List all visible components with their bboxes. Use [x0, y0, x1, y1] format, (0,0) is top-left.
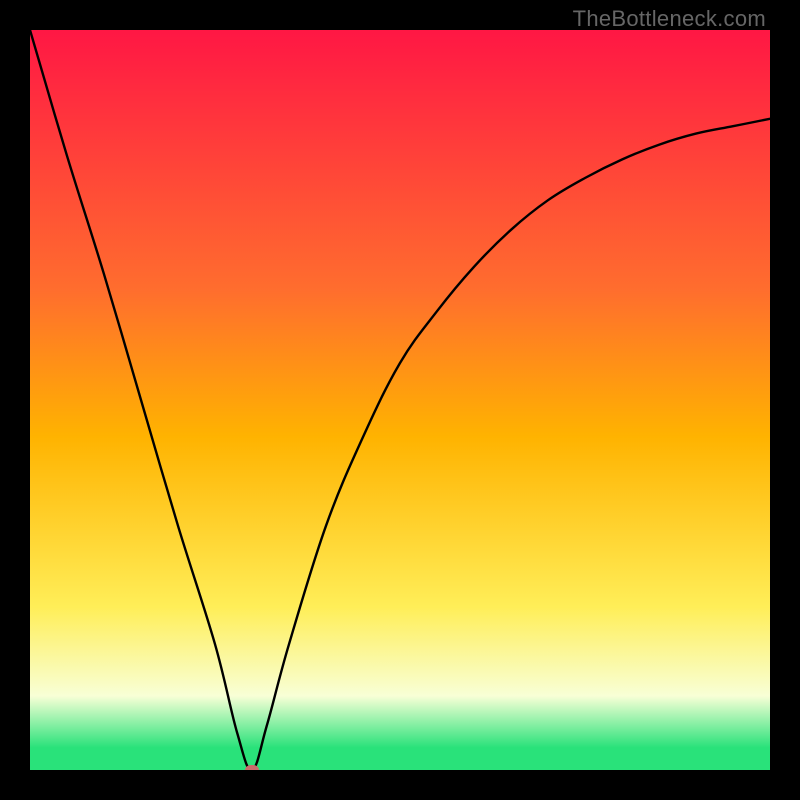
watermark-text: TheBottleneck.com — [573, 6, 766, 32]
minimum-marker — [245, 765, 259, 770]
plot-area — [30, 30, 770, 770]
bottleneck-curve — [30, 30, 770, 770]
chart-frame: TheBottleneck.com — [0, 0, 800, 800]
